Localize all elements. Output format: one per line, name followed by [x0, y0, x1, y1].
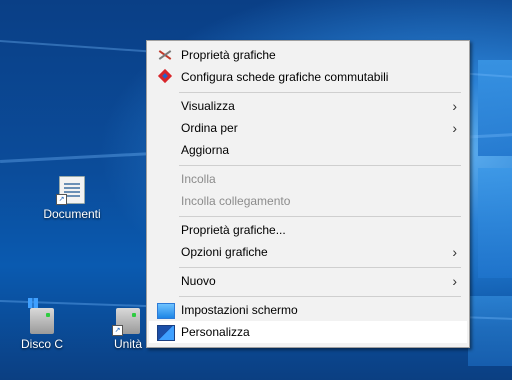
menu-item-label: Incolla collegamento [181, 194, 291, 208]
menu-separator [179, 296, 461, 297]
menu-separator [179, 165, 461, 166]
wallpaper-pane [478, 168, 512, 278]
personalize-icon [157, 325, 175, 341]
menu-item-graphics-options[interactable]: Opzioni grafiche › [149, 241, 467, 263]
menu-item-paste: Incolla [149, 168, 467, 190]
desktop-icon-label: Disco C [20, 337, 63, 351]
chevron-right-icon: › [452, 120, 457, 136]
menu-item-graphics-properties-dialog[interactable]: Proprietà grafiche... [149, 219, 467, 241]
monitor-icon [157, 303, 175, 319]
menu-item-label: Aggiorna [181, 143, 230, 157]
menu-item-paste-shortcut: Incolla collegamento [149, 190, 467, 212]
drive-icon: ↗ [112, 308, 140, 336]
menu-item-label: Proprietà grafiche [181, 48, 276, 62]
menu-item-label: Configura schede grafiche commutabili [181, 70, 389, 84]
hard-drive-icon [28, 298, 54, 334]
desktop-icon-disk-c[interactable]: Disco C [0, 298, 84, 351]
menu-item-refresh[interactable]: Aggiorna [149, 139, 467, 161]
menu-item-display-settings[interactable]: Impostazioni schermo [149, 299, 467, 321]
document-icon: ↗ [56, 176, 85, 205]
menu-item-view[interactable]: Visualizza › [149, 95, 467, 117]
menu-separator [179, 92, 461, 93]
windows-logo-icon [28, 298, 38, 308]
menu-item-label: Personalizza [181, 325, 250, 339]
chevron-right-icon: › [452, 244, 457, 260]
menu-item-label: Visualizza [181, 99, 235, 113]
menu-item-label: Proprietà grafiche... [181, 223, 286, 237]
desktop-icon-documents[interactable]: ↗ Documenti [30, 176, 114, 221]
menu-item-label: Incolla [181, 172, 216, 186]
menu-item-switchable-graphics[interactable]: Configura schede grafiche commutabili [149, 66, 467, 88]
desktop-context-menu: Proprietà grafiche Configura schede graf… [146, 40, 470, 348]
shortcut-arrow-icon: ↗ [112, 325, 123, 336]
chevron-right-icon: › [452, 98, 457, 114]
menu-item-label: Opzioni grafiche [181, 245, 268, 259]
menu-separator [179, 216, 461, 217]
desktop-icon-label: Documenti [43, 207, 101, 221]
wallpaper-pane [468, 296, 512, 366]
menu-item-sort-by[interactable]: Ordina per › [149, 117, 467, 139]
menu-item-graphics-properties[interactable]: Proprietà grafiche [149, 44, 467, 66]
menu-item-label: Impostazioni schermo [181, 303, 298, 317]
menu-item-label: Nuovo [181, 274, 216, 288]
chevron-right-icon: › [452, 273, 457, 289]
menu-item-personalize[interactable]: Personalizza [149, 321, 467, 343]
menu-separator [179, 267, 461, 268]
intel-graphics-icon [157, 48, 173, 62]
shortcut-arrow-icon: ↗ [56, 194, 67, 205]
menu-item-new[interactable]: Nuovo › [149, 270, 467, 292]
menu-item-label: Ordina per [181, 121, 238, 135]
amd-radeon-icon [157, 70, 173, 84]
